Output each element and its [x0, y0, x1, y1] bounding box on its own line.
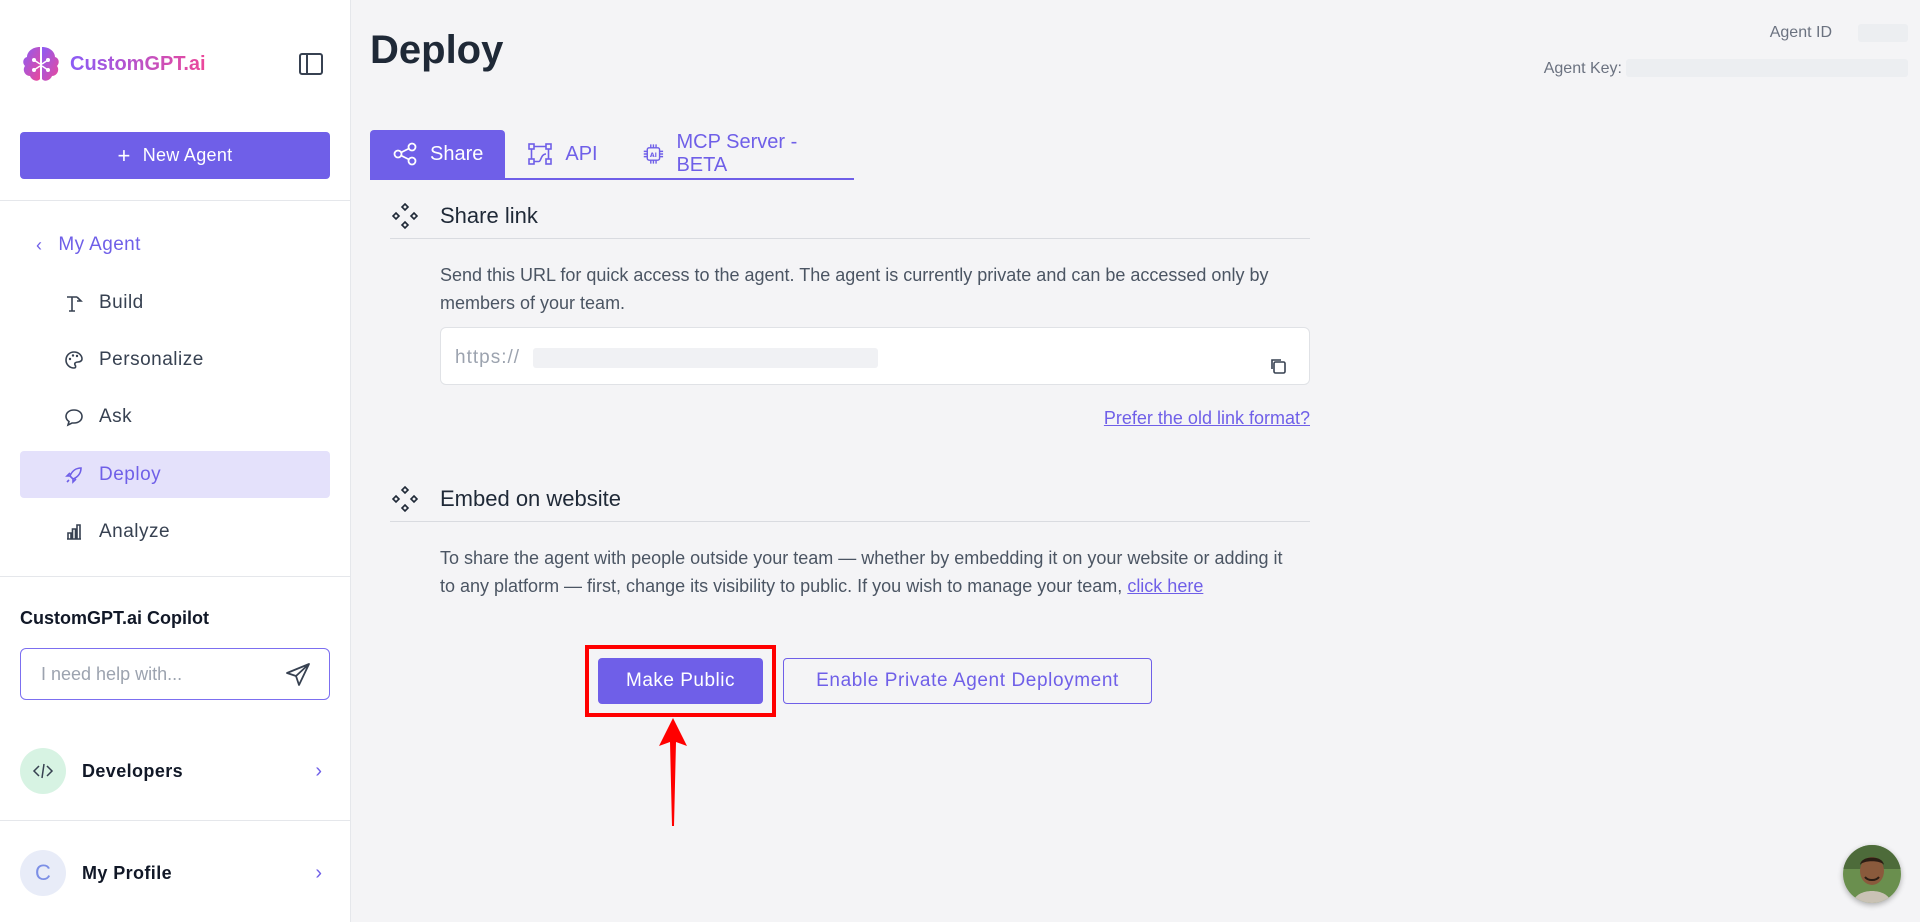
agent-key-label: Agent Key: [1543, 60, 1622, 77]
divider [0, 820, 351, 821]
embed-title: Embed on website [440, 485, 621, 511]
sidebar-item-label: Deploy [99, 463, 162, 485]
embed-header: Embed on website [390, 476, 1310, 522]
copilot-title: CustomGPT.ai Copilot [20, 608, 209, 628]
sidebar-item-build[interactable]: Build [20, 279, 330, 326]
tab-mcp-server[interactable]: AI MCP Server - BETA [620, 130, 854, 178]
copy-icon[interactable] [1269, 357, 1287, 375]
sidebar-item-personalize[interactable]: Personalize [20, 336, 330, 383]
agent-id-value-redacted [1858, 24, 1908, 42]
divider [0, 576, 351, 577]
plus-icon: + [117, 142, 131, 168]
tab-share[interactable]: Share [370, 130, 506, 178]
share-url-prefix: https:// [455, 347, 521, 368]
avatar: C [20, 850, 66, 896]
diamonds-icon [392, 485, 418, 512]
sidebar-item-analyze[interactable]: Analyze [20, 508, 330, 555]
share-link-header: Share link [390, 193, 1310, 239]
sidebar-item-label: Analyze [99, 520, 171, 542]
tab-label: Share [430, 142, 484, 165]
developers-label: Developers [82, 760, 184, 781]
tab-api[interactable]: API [505, 130, 619, 178]
api-icon [528, 143, 553, 165]
share-link-description: Send this URL for quick access to the ag… [440, 265, 1269, 313]
sidebar-item-label: Build [99, 291, 144, 313]
developers-link[interactable]: Developers › [20, 747, 330, 795]
share-link-title: Share link [440, 202, 538, 228]
copilot-input[interactable] [41, 663, 271, 685]
code-icon [20, 748, 66, 794]
diamonds-icon [392, 202, 418, 229]
brain-logo-icon [23, 47, 59, 81]
agent-id-label: Agent ID [1769, 24, 1832, 41]
svg-text:AI: AI [650, 152, 657, 159]
chevron-right-icon: › [315, 759, 322, 782]
enable-private-deployment-button[interactable]: Enable Private Agent Deployment [783, 658, 1152, 704]
sidebar-item-deploy[interactable]: Deploy [20, 451, 330, 498]
sidebar-toggle-icon[interactable] [298, 52, 324, 76]
rocket-icon [65, 466, 82, 484]
copilot-box [20, 648, 330, 700]
red-arrow-annotation [659, 718, 687, 826]
deploy-tabs: Share API AI MCP Server - BETA [370, 130, 854, 180]
share-icon [393, 142, 417, 166]
sidebar-item-ask[interactable]: Ask [20, 393, 330, 440]
back-to-my-agent[interactable]: ‹ My Agent [36, 232, 141, 258]
new-agent-label: New Agent [142, 145, 233, 165]
make-public-button[interactable]: Make Public [598, 658, 763, 704]
chevron-left-icon: ‹ [36, 234, 43, 255]
brand-name: CustomGPT.ai [70, 52, 206, 75]
support-avatar[interactable] [1843, 845, 1901, 903]
share-url-redacted [533, 348, 878, 368]
profile-label: My Profile [82, 862, 173, 883]
page-title: Deploy [370, 28, 504, 72]
palette-icon [65, 350, 83, 369]
back-label: My Agent [58, 234, 141, 255]
embed-description: To share the agent with people outside y… [440, 544, 1300, 600]
chat-icon [65, 408, 83, 427]
sidebar-item-label: Personalize [99, 348, 204, 370]
build-icon [67, 295, 83, 312]
new-agent-button[interactable]: + New Agent [20, 132, 330, 179]
agent-key-value-redacted [1626, 59, 1908, 77]
my-profile-link[interactable]: C My Profile › [20, 849, 330, 897]
chart-icon [67, 523, 81, 540]
tab-label: MCP Server - BETA [676, 131, 798, 176]
manage-team-link[interactable]: click here [1127, 576, 1203, 596]
divider [0, 200, 351, 201]
sidebar-item-label: Ask [99, 405, 133, 427]
chip-icon: AI [643, 144, 663, 164]
share-url-field[interactable]: https:// [440, 327, 1310, 385]
old-link-format-link[interactable]: Prefer the old link format? [1104, 408, 1310, 429]
tab-label: API [565, 142, 598, 165]
sidebar: CustomGPT.ai + New Agent ‹ My Agent Buil… [0, 0, 351, 922]
send-icon[interactable] [285, 662, 311, 688]
brand-logo[interactable]: CustomGPT.ai [20, 44, 206, 84]
chevron-right-icon: › [315, 861, 322, 884]
person-avatar-icon [1843, 845, 1901, 903]
